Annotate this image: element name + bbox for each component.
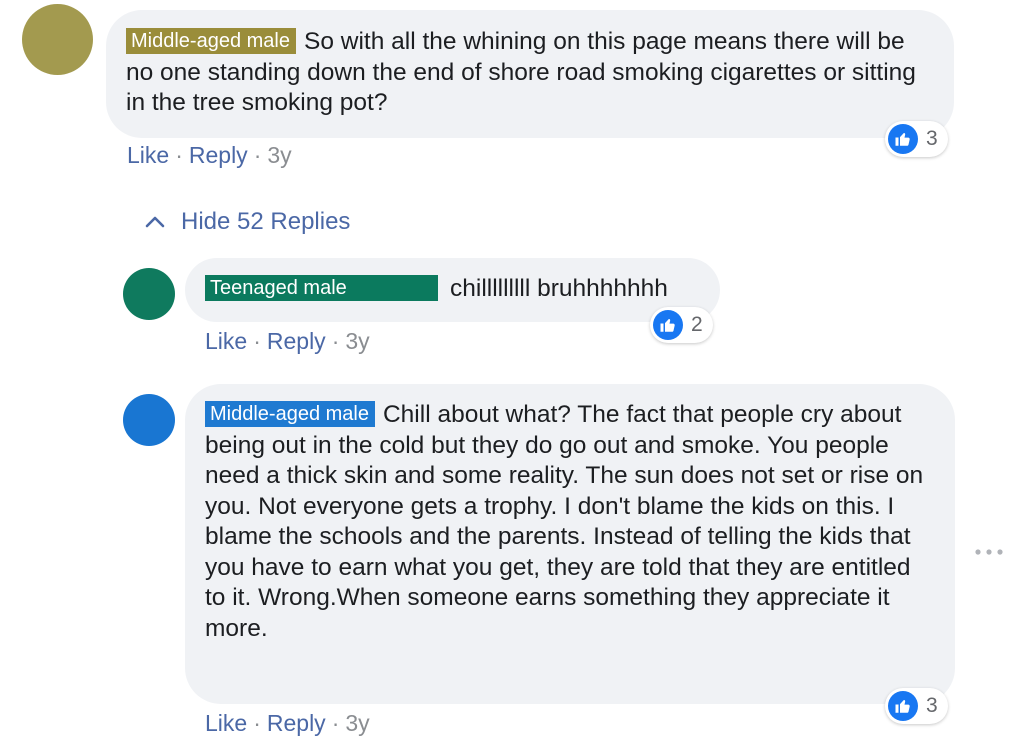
hide-replies-button[interactable]: Hide 52 Replies [145, 206, 350, 238]
chevron-up-icon [145, 216, 165, 228]
reply-button[interactable]: Reply [267, 710, 326, 736]
hide-replies-label: Hide 52 Replies [181, 208, 351, 235]
timestamp[interactable]: 3y [345, 328, 369, 354]
avatar-reply-2[interactable] [123, 394, 175, 446]
reply-bubble-1: Teenaged male chilllllllll bruhhhhhhh [185, 258, 720, 322]
thumbs-up-icon [888, 124, 918, 154]
thumbs-up-icon [888, 691, 918, 721]
reply-bubble-2: Middle-aged male Chill about what? The fa… [185, 384, 955, 704]
timestamp[interactable]: 3y [345, 710, 369, 736]
like-button[interactable]: Like [127, 142, 169, 168]
author-tag-2[interactable]: Teenaged male [205, 275, 438, 301]
actions-reply-1: Like · Reply · 3y [205, 327, 370, 355]
like-button[interactable]: Like [205, 328, 247, 354]
reaction-count-3: 3 [926, 694, 938, 717]
reply-text-2: Middle-aged male Chill about what? The fa… [205, 400, 933, 644]
separator: · [331, 328, 340, 354]
author-tag-3[interactable]: Middle-aged male [205, 401, 375, 427]
reaction-count-2: 2 [691, 313, 703, 336]
like-button[interactable]: Like [205, 710, 247, 736]
comment-text-1: Middle-aged male So with all the whining … [126, 27, 934, 119]
separator: · [331, 710, 340, 736]
separator: · [253, 142, 262, 168]
reply-body-2: Chill about what? The fact that people c… [205, 401, 924, 642]
actions-comment-1: Like · Reply · 3y [127, 141, 292, 169]
avatar-reply-1[interactable] [123, 268, 175, 320]
reactions-reply-1[interactable]: 2 [650, 307, 713, 343]
separator: · [175, 142, 183, 168]
reply-button[interactable]: Reply [267, 328, 326, 354]
thumbs-up-icon [653, 310, 683, 340]
reply-button[interactable]: Reply [189, 142, 248, 168]
timestamp[interactable]: 3y [267, 142, 291, 168]
author-tag-1[interactable]: Middle-aged male [126, 28, 296, 54]
reactions-reply-2[interactable]: 3 [885, 688, 948, 724]
comment-bubble-1: Middle-aged male So with all the whining … [106, 10, 954, 138]
reply-body-1: chilllllllll bruhhhhhhh [450, 275, 668, 302]
reactions-comment-1[interactable]: 3 [885, 121, 948, 157]
separator: · [253, 328, 261, 354]
separator: · [253, 710, 261, 736]
avatar-comment-1[interactable] [22, 4, 93, 75]
more-dots-icon[interactable] [974, 540, 1004, 561]
reaction-count-1: 3 [926, 127, 938, 150]
actions-reply-2: Like · Reply · 3y [205, 709, 370, 737]
reply-text-1: Teenaged male chilllllllll bruhhhhhhh [205, 274, 702, 305]
